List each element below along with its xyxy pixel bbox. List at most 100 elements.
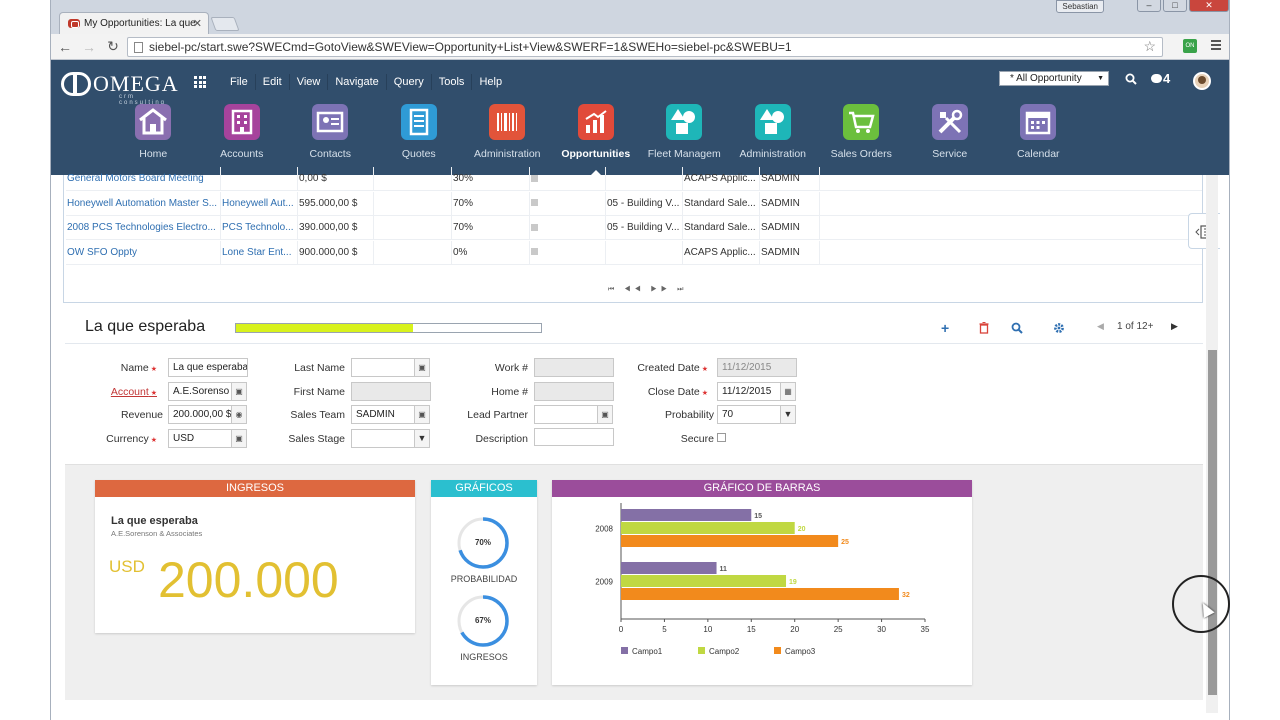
account-link[interactable] [221,167,298,191]
address-bar[interactable]: siebel-pc/start.swe?SWECmd=GotoView&SWEV… [127,37,1163,57]
secure-label: Secure [680,433,714,445]
settings-gear-icon[interactable] [1053,322,1065,334]
nav-tab-home[interactable]: Home [109,104,198,160]
avatar[interactable] [1193,72,1211,90]
nav-tab-service[interactable]: Service [906,104,995,160]
table-row[interactable]: OW SFO Oppty Lone Star Ent... 900.000,00 $… [66,240,1202,265]
page-icon [134,41,143,53]
nav-tab-accounts[interactable]: Accounts [198,104,287,160]
revenue-amount: 200.000 [158,552,339,608]
account-link[interactable]: Lone Star Ent... [221,240,298,265]
tab-close-icon[interactable]: ✕ [193,17,202,30]
account-link[interactable]: Honeywell Aut... [221,191,298,216]
menu-view[interactable]: View [288,74,328,90]
ingresos-panel: INGRESOS La que esperaba A.E.Sorenson & … [95,480,415,633]
nav-tab-contacts[interactable]: Contacts [286,104,375,160]
probability-label: Probability [664,409,714,421]
sales-team-field[interactable]: SADMIN [351,405,415,424]
revenue-field[interactable]: 200.000,00 $ [168,405,232,424]
visibility-select[interactable]: * All Opportunity [999,71,1109,86]
created-date-field[interactable]: 11/12/2015 [717,358,797,377]
search-icon[interactable] [1125,73,1137,85]
currency-field[interactable]: USD [168,429,232,448]
menu-tools[interactable]: Tools [430,74,472,90]
new-tab-button[interactable] [210,17,240,31]
next-record-icon[interactable]: ▶ [1171,321,1178,332]
table-cell [530,240,606,265]
opportunity-link[interactable]: General Motors Board Meeting [66,167,221,191]
menu-edit[interactable]: Edit [254,74,289,90]
minimize-button[interactable]: – [1137,0,1161,12]
table-row[interactable]: General Motors Board Meeting 0,00 $ 30% ACA… [66,167,1202,191]
bookmark-star-icon[interactable]: ☆ [1143,38,1156,55]
app-grid-icon[interactable] [194,76,206,88]
table-cell: SADMIN [760,240,820,265]
committed-checkbox[interactable] [531,248,538,256]
menu-query[interactable]: Query [385,74,431,90]
last-name-field[interactable] [351,358,415,377]
committed-checkbox[interactable] [531,199,538,207]
work-phone-field[interactable] [534,358,614,377]
nav-tab-fleet-managem[interactable]: Fleet Managem [640,104,729,160]
first-name-label: First Name [293,386,345,398]
previous-record-icon[interactable]: ◀ [1097,321,1104,332]
browser-menu-icon[interactable] [1211,40,1221,52]
lead-partner-field[interactable] [534,405,598,424]
legend-label: Campo1 [632,647,663,656]
omega-logo[interactable]: OMEGA crm consulting [61,72,179,106]
notifications-button[interactable]: 4 [1151,71,1170,86]
opportunity-link[interactable]: Honeywell Automation Master S... [66,191,221,216]
opportunity-link[interactable]: 2008 PCS Technologies Electro... [66,216,221,240]
list-pager[interactable]: ⏮ ◀◀ ▶▶ ⏭ [608,286,687,294]
bar-value-label: 15 [754,513,762,520]
bar-value-label: 20 [798,526,806,533]
profile-name[interactable]: Sebastian [1056,0,1104,13]
opportunity-link[interactable]: OW SFO Oppty [66,240,221,265]
menu-navigate[interactable]: Navigate [327,74,385,90]
description-label: Description [475,433,528,445]
nav-tab-calendar[interactable]: Calendar [994,104,1083,160]
query-search-icon[interactable] [1011,322,1023,334]
table-row[interactable]: Honeywell Automation Master S... Honeywel… [66,191,1202,216]
nav-tab-administration-2[interactable]: Administration [729,104,818,160]
table-cell [530,216,606,240]
lead-partner-picker-icon[interactable]: ▣ [597,405,613,424]
calendar-picker-icon[interactable]: ▦ [780,382,796,401]
add-record-icon[interactable]: + [941,320,949,336]
x-tick-label: 10 [703,625,712,634]
secure-checkbox[interactable] [717,433,726,442]
table-cell [530,191,606,216]
nav-tab-administration[interactable]: Administration [463,104,552,160]
browser-tab[interactable]: My Opportunities: La que ✕ [59,12,209,34]
name-field[interactable]: La que esperaba [168,358,248,377]
forward-icon[interactable]: → [79,39,99,55]
nav-tab-opportunities[interactable]: Opportunities [552,104,641,176]
nav-tab-sales-orders[interactable]: Sales Orders [817,104,906,160]
committed-checkbox[interactable] [531,174,538,182]
menu-help[interactable]: Help [471,74,509,90]
description-field[interactable] [534,428,614,446]
committed-checkbox[interactable] [531,223,538,231]
legend-label: Campo2 [709,647,740,656]
account-field[interactable]: A.E.Sorenso [168,382,232,401]
back-icon[interactable]: ← [55,39,75,55]
extension-icon[interactable]: ON [1183,39,1197,53]
vertical-scrollbar[interactable] [1206,175,1218,713]
home-phone-field[interactable] [534,382,614,401]
nav-tab-quotes[interactable]: Quotes [375,104,464,160]
probability-select[interactable]: 70 [717,405,781,424]
scrollbar-thumb[interactable] [1208,350,1217,695]
first-name-field[interactable] [351,382,431,401]
account-link[interactable]: PCS Technolo... [221,216,298,240]
delete-icon[interactable] [979,322,989,334]
probability-dropdown-icon[interactable]: ▼ [780,405,796,424]
table-row[interactable]: 2008 PCS Technologies Electro... PCS Tech… [66,216,1202,240]
account-label[interactable]: Account [57,386,157,398]
menu-file[interactable]: File [223,74,255,90]
reload-icon[interactable]: ↻ [103,38,123,55]
table-cell [530,167,606,191]
window-close-button[interactable]: ✕ [1189,0,1229,12]
sales-stage-select[interactable] [351,429,415,448]
maximize-button[interactable]: □ [1163,0,1187,12]
close-date-field[interactable]: 11/12/2015 [717,382,781,401]
